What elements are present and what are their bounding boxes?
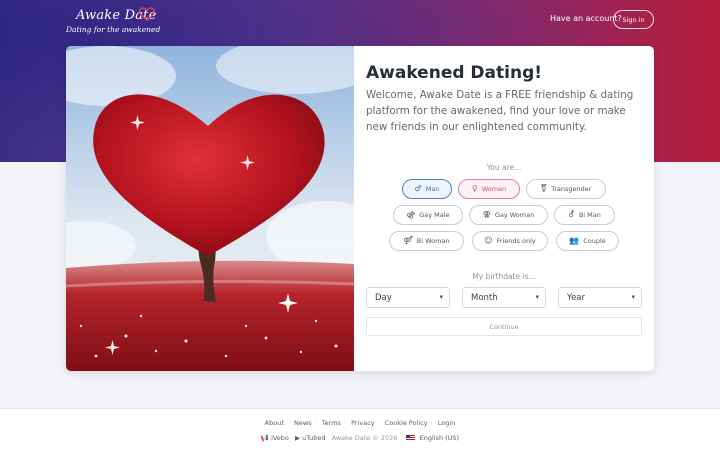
chevron-down-icon: ▾ [535,293,539,301]
male-icon: ♂ [414,184,422,193]
intro-text: Welcome, Awake Date is a FREE friendship… [366,89,634,133]
gender-option-bi-man[interactable]: ⚦ Bi Man [554,205,615,225]
you-are-label: You are... [486,163,522,172]
gender-option-gay-woman[interactable]: ⚢ Gay Woman [469,205,548,225]
chevron-down-icon: ▾ [439,293,443,301]
logo[interactable]: Awake Date Dating for the awakened [66,6,166,36]
footer-meta: 📢 iVebo ▶ uTubed Awake Date © 2026 Engli… [0,434,720,442]
footer-link-terms[interactable]: Terms [322,419,341,427]
gender-label: Gay Male [419,211,450,219]
gender-label: Bi Man [578,211,601,219]
gender-option-man[interactable]: ♂ Man [402,179,452,199]
chevron-down-icon: ▾ [631,293,635,301]
month-select[interactable]: Month ▾ [462,287,546,308]
gender-option-transgender[interactable]: ⚧ Transgender [526,179,606,199]
gender-label: Friends only [496,237,536,245]
gay-woman-icon: ⚢ [482,210,491,219]
month-select-value: Month [471,292,498,303]
footer-link-login[interactable]: Login [438,419,456,427]
page-title: Awakened Dating! [366,63,542,83]
footer-links: About · News · Terms · Privacy · Cookie Poli… [264,419,456,427]
gender-label: Couple [583,237,606,245]
birthdate-label: My birthdate is... [472,272,536,281]
account-prompt: Have an account? [550,14,622,23]
day-select-value: Day [375,292,392,303]
footer-link-utubed[interactable]: uTubed [302,434,325,442]
signup-form: Awakened Dating! Welcome, Awake Date is … [366,46,654,371]
gender-label: Woman [481,185,507,193]
continue-button[interactable]: Continue [366,317,642,336]
gender-label: Gay Woman [494,211,535,219]
brand-tagline: Dating for the awakened [66,25,161,34]
gender-label: Bi Woman [416,237,450,245]
us-flag-icon [405,434,415,441]
gender-option-woman[interactable]: ♀ Woman [458,179,520,199]
footer-link-ivebo[interactable]: iVebo [271,434,289,442]
signin-button[interactable]: Sign in [613,10,654,29]
gender-label: Transgender [551,185,592,193]
signup-card: Awakened Dating! Welcome, Awake Date is … [66,46,654,371]
footer: About · News · Terms · Privacy · Cookie Poli… [0,408,720,450]
gender-option-gay-male[interactable]: ⚣ Gay Male [393,205,463,225]
footer-link-about[interactable]: About [265,419,284,427]
gender-option-couple[interactable]: 👥 Couple [556,231,619,251]
heart-tree-image [66,46,354,371]
footer-link-cookie-policy[interactable]: Cookie Policy [385,419,428,427]
female-icon: ♀ [471,184,478,193]
gay-male-icon: ⚣ [406,210,416,219]
play-icon: ▶ [295,434,300,442]
bi-man-icon: ⚦ [568,210,575,219]
year-select-value: Year [567,292,585,303]
gender-label: Man [425,185,440,193]
year-select[interactable]: Year ▾ [558,287,642,308]
day-select[interactable]: Day ▾ [366,287,450,308]
transgender-icon: ⚧ [540,184,548,193]
friend-icon: ☺ [484,236,493,245]
language-selector[interactable]: English (US) [420,434,460,442]
footer-link-privacy[interactable]: Privacy [351,419,375,427]
couple-icon: 👥 [569,236,580,245]
heart-logo-icon [139,7,155,22]
footer-link-news[interactable]: News [294,419,312,427]
bi-woman-icon: ⚤ [403,236,413,245]
gender-option-friends-only[interactable]: ☺ Friends only [472,231,548,251]
gender-option-bi-woman[interactable]: ⚤ Bi Woman [389,231,464,251]
copyright-text: Awake Date © 2026 [331,434,398,442]
megaphone-icon: 📢 [260,434,269,442]
